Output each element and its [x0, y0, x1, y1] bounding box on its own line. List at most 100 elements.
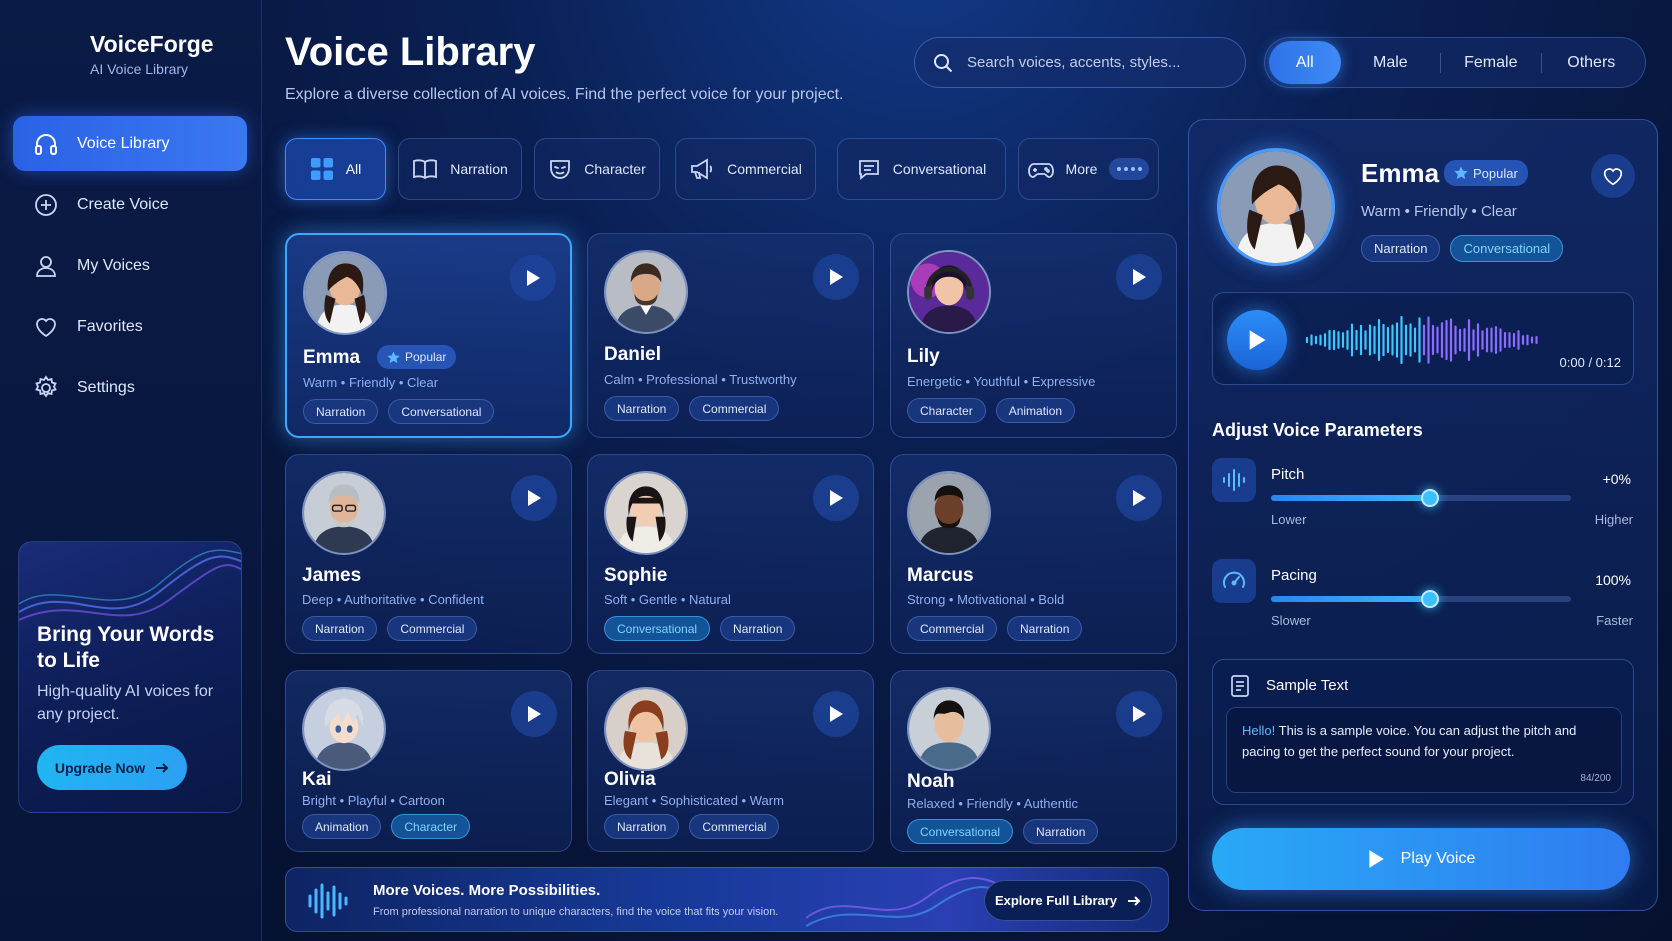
- gender-filter-others[interactable]: Others: [1542, 41, 1641, 84]
- avatar: [302, 471, 386, 555]
- tag-narration[interactable]: Narration: [1023, 819, 1099, 844]
- tag-character[interactable]: Character: [391, 814, 471, 839]
- detail-tags: Narration Conversational: [1361, 235, 1564, 262]
- tag-character[interactable]: Character: [907, 398, 986, 423]
- play-button[interactable]: [813, 691, 859, 737]
- trait: Elegant: [604, 793, 649, 808]
- play-voice-button[interactable]: Play Voice: [1212, 828, 1630, 890]
- voice-card-lily[interactable]: Lily Energetic • Youthful • Expressive C…: [890, 233, 1177, 438]
- play-button[interactable]: [813, 254, 859, 300]
- tag-narration[interactable]: Narration: [604, 396, 680, 421]
- sidebar-nav: Voice Library Create Voice My Voices Fav…: [13, 116, 247, 421]
- tag-conversational[interactable]: Conversational: [604, 616, 711, 641]
- voice-card-daniel[interactable]: Daniel Calm • Professional • Trustworthy…: [587, 233, 874, 438]
- popular-badge: Popular: [377, 345, 457, 369]
- tag-commercial[interactable]: Commercial: [689, 396, 780, 421]
- search-bar[interactable]: [914, 37, 1246, 88]
- tag-commercial[interactable]: Commercial: [689, 814, 780, 839]
- tag-narration[interactable]: Narration: [1007, 616, 1083, 641]
- sidebar-item-voice-library[interactable]: Voice Library: [13, 116, 247, 171]
- tag-narration[interactable]: Narration: [303, 399, 379, 424]
- tag-animation[interactable]: Animation: [995, 398, 1076, 423]
- search-input[interactable]: [967, 54, 1227, 71]
- play-button[interactable]: [1116, 691, 1162, 737]
- gender-filter-male[interactable]: Male: [1341, 41, 1440, 84]
- play-icon: [1133, 706, 1146, 722]
- tag-narration[interactable]: Narration: [302, 616, 378, 641]
- pitch-slider-handle[interactable]: [1421, 489, 1439, 507]
- gear-icon: [33, 374, 59, 401]
- waveform-icon: [308, 883, 348, 919]
- tab-character[interactable]: Character: [534, 138, 660, 200]
- tab-all[interactable]: All: [285, 138, 386, 200]
- play-icon: [830, 490, 843, 506]
- tag-narration[interactable]: Narration: [720, 616, 796, 641]
- voice-traits: Elegant • Sophisticated • Warm: [604, 793, 784, 808]
- trait: Relaxed: [907, 796, 955, 811]
- voice-card-noah[interactable]: Noah Relaxed • Friendly • Authentic Conv…: [890, 670, 1177, 852]
- sidebar-item-label: Settings: [77, 378, 135, 396]
- play-button[interactable]: [510, 255, 556, 301]
- pacing-slider-handle[interactable]: [1421, 590, 1439, 608]
- tag-commercial[interactable]: Commercial: [387, 616, 478, 641]
- star-icon: [1454, 166, 1468, 179]
- speedometer-icon: [1212, 559, 1256, 603]
- voice-tags: Conversational Narration: [604, 616, 796, 641]
- pacing-slider[interactable]: [1271, 590, 1571, 608]
- tab-commercial[interactable]: Commercial: [675, 138, 816, 200]
- play-button[interactable]: [1116, 254, 1162, 300]
- voice-traits: Warm • Friendly • Clear: [303, 375, 439, 390]
- tab-more[interactable]: More: [1018, 138, 1159, 200]
- tag-animation[interactable]: Animation: [302, 814, 382, 839]
- sidebar-item-favorites[interactable]: Favorites: [13, 299, 247, 354]
- trait: Calm: [604, 372, 635, 387]
- voice-name: Kai: [302, 769, 332, 790]
- tab-label: Narration: [450, 161, 508, 177]
- play-icon: [830, 269, 843, 285]
- play-button[interactable]: [511, 475, 557, 521]
- voice-card-emma[interactable]: Emma Popular Warm • Friendly • Clear Nar…: [285, 233, 572, 438]
- trait: Authoritative: [344, 592, 417, 607]
- arrow-right-icon: [1128, 895, 1141, 906]
- voice-card-sophie[interactable]: Sophie Soft • Gentle • Natural Conversat…: [587, 454, 874, 654]
- trait: Expressive: [1031, 374, 1096, 389]
- tag-conversational[interactable]: Conversational: [388, 399, 495, 424]
- play-button[interactable]: [1116, 475, 1162, 521]
- tab-narration[interactable]: Narration: [398, 138, 522, 200]
- player-play-button[interactable]: [1227, 310, 1287, 370]
- voice-card-kai[interactable]: Kai Bright • Playful • Cartoon Animation…: [285, 670, 572, 852]
- explore-full-library-button[interactable]: Explore Full Library: [984, 880, 1152, 921]
- tab-conversational[interactable]: Conversational: [837, 138, 1006, 200]
- star-icon: [387, 350, 400, 363]
- gender-filter-female[interactable]: Female: [1441, 41, 1540, 84]
- voice-card-olivia[interactable]: Olivia Elegant • Sophisticated • Warm Na…: [587, 670, 874, 852]
- voice-card-james[interactable]: James Deep • Authoritative • Confident N…: [285, 454, 572, 654]
- voice-card-marcus[interactable]: Marcus Strong • Motivational • Bold Comm…: [890, 454, 1177, 654]
- voice-name: Marcus: [907, 565, 974, 586]
- brand[interactable]: VoiceForge AI Voice Library: [28, 30, 214, 78]
- gender-filter-all[interactable]: All: [1269, 41, 1341, 84]
- sidebar-item-label: Create Voice: [77, 195, 169, 213]
- sample-text-input[interactable]: Hello! This is a sample voice. You can a…: [1226, 707, 1622, 793]
- trait: Cartoon: [398, 793, 445, 808]
- tag-conversational[interactable]: Conversational: [907, 819, 1014, 844]
- play-icon: [1133, 269, 1146, 285]
- play-button[interactable]: [511, 691, 557, 737]
- tag-commercial[interactable]: Commercial: [907, 616, 998, 641]
- sidebar-item-settings[interactable]: Settings: [13, 360, 247, 415]
- trait: Strong: [907, 592, 946, 607]
- tag-narration[interactable]: Narration: [604, 814, 680, 839]
- promo-subtitle: High-quality AI voices for any project.: [37, 683, 214, 723]
- play-button[interactable]: [813, 475, 859, 521]
- tag-conversational[interactable]: Conversational: [1450, 235, 1564, 262]
- pacing-max-label: Faster: [1596, 613, 1633, 628]
- user-icon: [33, 253, 59, 279]
- sidebar-item-create-voice[interactable]: Create Voice: [13, 177, 247, 232]
- upgrade-now-button[interactable]: Upgrade Now: [37, 745, 187, 790]
- upgrade-promo-card: Bring Your Words to Life High-quality AI…: [18, 541, 242, 813]
- play-voice-label: Play Voice: [1400, 850, 1476, 867]
- sidebar-item-my-voices[interactable]: My Voices: [13, 238, 247, 293]
- tag-narration[interactable]: Narration: [1361, 235, 1441, 262]
- pitch-slider[interactable]: [1271, 489, 1571, 507]
- favorite-button[interactable]: [1591, 154, 1635, 198]
